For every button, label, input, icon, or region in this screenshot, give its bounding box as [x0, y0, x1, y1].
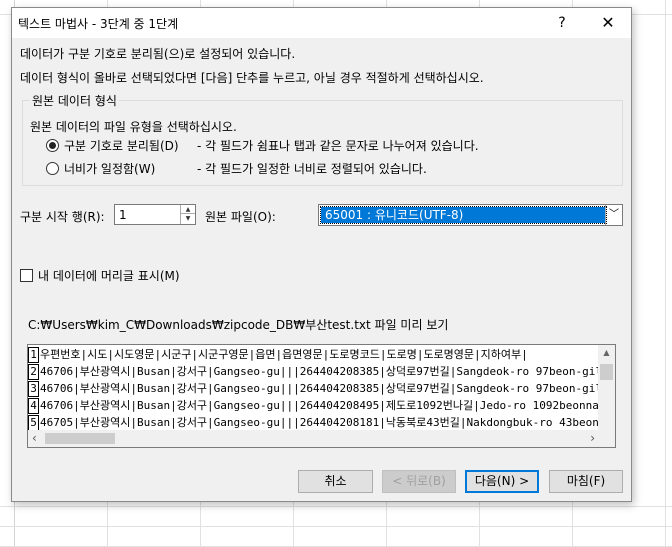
- preview-row: 5 46705|부산광역시|Busan|강서구|Gangseo-gu|||2644…: [28, 414, 598, 431]
- preview-label: C:₩Users₩kim_C₩Downloads₩zipcode_DB₩부산te…: [28, 318, 449, 332]
- title-bar[interactable]: 텍스트 마법사 - 3단계 중 1단계 ? ✕: [12, 8, 631, 38]
- description-line-2: 데이터 형식이 올바로 선택되었다면 [다음] 단추를 누르고, 아닐 경우 적…: [20, 71, 484, 85]
- scroll-right-icon[interactable]: ›: [590, 430, 595, 447]
- scroll-thumb[interactable]: [600, 364, 613, 380]
- row-text: 46705|부산광역시|Busan|강서구|Gangseo-gu|||26440…: [40, 416, 598, 429]
- row-text: 46706|부산광역시|Busan|강서구|Gangseo-gu|||26440…: [40, 365, 598, 378]
- start-row-value[interactable]: 1: [119, 208, 127, 222]
- spin-up-icon[interactable]: ▲: [181, 205, 195, 214]
- scroll-thumb[interactable]: [45, 433, 115, 444]
- radio-fixed-width-label: 너비가 일정함(W): [64, 162, 156, 176]
- origin-selected-value[interactable]: 65001 : 유니코드(UTF-8): [320, 206, 607, 224]
- row-number: 4: [28, 398, 39, 414]
- scroll-up-icon[interactable]: ▲: [598, 345, 615, 361]
- origin-label: 원본 파일(O):: [205, 210, 276, 224]
- next-button[interactable]: 다음(N) >: [465, 470, 539, 493]
- description-line-1: 데이터가 구분 기호로 분리됨(으)로 설정되어 있습니다.: [20, 47, 296, 61]
- radio-delimited[interactable]: 구분 기호로 분리됨(D): [46, 137, 179, 154]
- preview-row: 4 46706|부산광역시|Busan|강서구|Gangseo-gu|||2644…: [28, 397, 598, 414]
- radio-fixed-width[interactable]: 너비가 일정함(W): [46, 160, 155, 177]
- row-text: 우편번호|시도|시도영문|시군구|시군구영문|읍면|읍면영문|도로명코드|도로명…: [40, 348, 528, 361]
- dialog-title: 텍스트 마법사 - 3단계 중 1단계: [18, 17, 179, 31]
- preview-row: 1 우편번호|시도|시도영문|시군구|시군구영문|읍면|읍면영문|도로명코드|도로…: [28, 346, 598, 363]
- preview-row: 2 46706|부산광역시|Busan|강서구|Gangseo-gu|||2644…: [28, 363, 598, 380]
- radio-delimited-desc: - 각 필드가 쉼표나 탭과 같은 문자로 나누어져 있습니다.: [197, 139, 479, 153]
- back-button[interactable]: < 뒤로(B): [382, 470, 456, 493]
- vertical-scrollbar[interactable]: ▲: [598, 345, 615, 432]
- origin-select[interactable]: 65001 : 유니코드(UTF-8) ﹀: [318, 204, 623, 226]
- preview-box: 1 우편번호|시도|시도영문|시군구|시군구영문|읍면|읍면영문|도로명코드|도로…: [27, 344, 616, 448]
- header-checkbox[interactable]: [20, 269, 33, 282]
- row-number: 2: [28, 364, 39, 380]
- help-button[interactable]: ?: [539, 8, 585, 38]
- grid-line: [665, 0, 666, 547]
- horizontal-scrollbar[interactable]: ‹ ›: [28, 430, 615, 447]
- cancel-button[interactable]: 취소: [298, 470, 373, 493]
- radio-delimited-label: 구분 기호로 분리됨(D): [64, 139, 179, 153]
- row-text: 46706|부산광역시|Busan|강서구|Gangseo-gu|||26440…: [40, 399, 598, 412]
- finish-button[interactable]: 마침(F): [549, 470, 623, 493]
- row-text: 46706|부산광역시|Busan|강서구|Gangseo-gu|||26440…: [40, 382, 598, 395]
- spin-down-icon[interactable]: ▼: [181, 214, 195, 223]
- text-wizard-dialog: 텍스트 마법사 - 3단계 중 1단계 ? ✕ 데이터가 구분 기호로 분리됨(…: [11, 7, 632, 502]
- row-number: 3: [28, 381, 39, 397]
- radio-unselected-icon[interactable]: [46, 162, 59, 175]
- close-button[interactable]: ✕: [585, 8, 631, 38]
- radio-fixed-width-desc: - 각 필드가 일정한 너비로 정렬되어 있습니다.: [197, 162, 427, 176]
- spin-buttons[interactable]: ▲ ▼: [180, 205, 195, 224]
- group-title: 원본 데이터 형식: [30, 92, 119, 109]
- header-checkbox-row[interactable]: 내 데이터에 머리글 표시(M): [20, 267, 180, 284]
- chevron-down-icon[interactable]: ﹀: [605, 205, 622, 225]
- start-row-label: 구분 시작 행(R):: [20, 210, 105, 224]
- start-row-stepper[interactable]: 1 ▲ ▼: [114, 204, 196, 225]
- radio-selected-icon[interactable]: [46, 139, 59, 152]
- scroll-left-icon[interactable]: ‹: [32, 430, 37, 447]
- row-number: 1: [28, 347, 39, 363]
- row-number: 5: [28, 415, 39, 431]
- group-prompt: 원본 데이터의 파일 유형을 선택하십시오.: [30, 120, 237, 134]
- preview-row: 3 46706|부산광역시|Busan|강서구|Gangseo-gu|||2644…: [28, 380, 598, 397]
- header-checkbox-label: 내 데이터에 머리글 표시(M): [38, 269, 180, 283]
